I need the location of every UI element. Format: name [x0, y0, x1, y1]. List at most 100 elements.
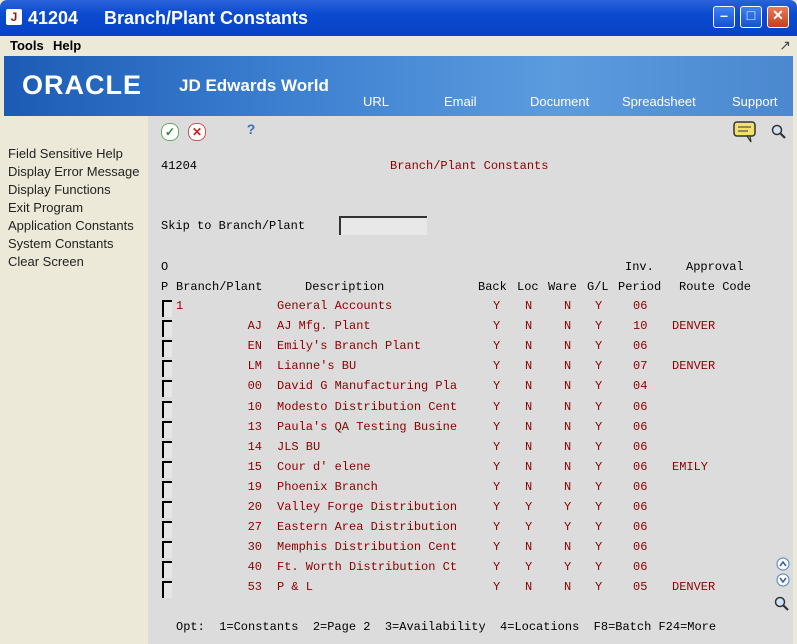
help-question-icon[interactable]: ? — [243, 121, 259, 137]
option-input[interactable] — [162, 541, 172, 559]
back-cell: Y — [493, 379, 501, 394]
gl-cell: Y — [595, 299, 603, 313]
ware-cell: N — [564, 580, 572, 595]
option-input[interactable] — [162, 561, 172, 579]
period-cell: 06 — [633, 339, 648, 354]
header-inv: Inv. — [625, 260, 654, 274]
sidebar-exit-program[interactable]: Exit Program — [4, 199, 148, 217]
function-sidebar: Field Sensitive Help Display Error Messa… — [4, 116, 148, 644]
back-cell: Y — [493, 399, 501, 414]
nav-support[interactable]: Support — [732, 94, 778, 109]
period-cell: 06 — [633, 560, 648, 575]
period-cell: 06 — [633, 439, 648, 454]
ware-cell: Y — [564, 500, 572, 514]
option-input[interactable] — [162, 440, 172, 458]
option-input[interactable] — [162, 320, 172, 338]
scroll-down-icon[interactable] — [776, 573, 790, 587]
chat-bubble-icon[interactable] — [733, 121, 757, 143]
window-number: 41204 — [28, 8, 79, 28]
gl-cell: Y — [595, 359, 603, 374]
sidebar-clear-screen[interactable]: Clear Screen — [4, 253, 148, 271]
ware-cell: N — [564, 359, 572, 374]
sidebar-field-sensitive-help[interactable]: Field Sensitive Help — [4, 145, 148, 163]
maximize-button[interactable]: □ — [740, 6, 762, 28]
loc-cell: Y — [525, 500, 533, 514]
nav-document[interactable]: Document — [530, 94, 589, 109]
loc-cell: N — [525, 439, 533, 454]
loc-cell: Y — [525, 560, 533, 575]
branch-plant-cell: 30 — [247, 540, 262, 555]
minimize-button[interactable]: – — [713, 6, 735, 28]
option-input[interactable] — [162, 300, 172, 317]
menu-help[interactable]: Help — [53, 38, 81, 53]
desc-cell: Paula's QA Testing Busine — [277, 419, 458, 434]
loc-cell: N — [525, 339, 533, 354]
nav-email[interactable]: Email — [444, 94, 477, 109]
skip-to-branch-plant-input[interactable] — [339, 216, 427, 235]
ware-cell: N — [564, 439, 572, 454]
option-input[interactable] — [162, 380, 172, 398]
branch-plant-cell: LM — [247, 359, 262, 374]
menu-tools[interactable]: Tools — [10, 38, 44, 53]
gl-cell: Y — [595, 439, 603, 454]
oracle-banner: ORACLE JD Edwards World URL Email Docume… — [4, 56, 793, 116]
option-input[interactable] — [162, 521, 172, 539]
option-input[interactable] — [162, 400, 172, 418]
desc-cell: P & L — [277, 580, 314, 595]
period-cell: 06 — [633, 479, 648, 494]
search-icon[interactable] — [771, 124, 787, 140]
cancel-icon[interactable]: ✕ — [188, 123, 206, 141]
option-input[interactable] — [162, 340, 172, 358]
sidebar-system-constants[interactable]: System Constants — [4, 235, 148, 253]
sidebar-display-error-message[interactable]: Display Error Message — [4, 163, 148, 181]
back-cell: Y — [493, 339, 501, 354]
desc-cell: General Accounts — [277, 299, 393, 313]
close-button[interactable]: ✕ — [767, 6, 789, 28]
nav-spreadsheet[interactable]: Spreadsheet — [622, 94, 696, 109]
desc-cell: Modesto Distribution Cent — [277, 399, 458, 414]
back-cell: Y — [493, 580, 501, 595]
sidebar-application-constants[interactable]: Application Constants — [4, 217, 148, 235]
branch-plant-cell: 53 — [247, 580, 262, 595]
gl-cell: Y — [595, 580, 603, 595]
scroll-up-icon[interactable] — [776, 557, 790, 571]
branch-plant-cell: EN — [247, 339, 262, 354]
window-title: Branch/Plant Constants — [104, 8, 309, 28]
loc-cell: N — [525, 319, 533, 334]
desc-cell: Eastern Area Distribution — [277, 520, 458, 535]
gl-cell: Y — [595, 379, 603, 394]
back-cell: Y — [493, 439, 501, 454]
gl-cell: Y — [595, 479, 603, 494]
back-cell: Y — [493, 500, 501, 514]
branch-plant-cell: 27 — [247, 520, 262, 535]
ware-cell: N — [564, 319, 572, 334]
option-input[interactable] — [162, 480, 172, 498]
option-input[interactable] — [162, 581, 172, 599]
search-records-icon[interactable] — [774, 596, 790, 612]
sidebar-display-functions[interactable]: Display Functions — [4, 181, 148, 199]
ware-cell: N — [564, 299, 572, 313]
option-input[interactable] — [162, 501, 172, 518]
product-name: JD Edwards World — [179, 76, 329, 95]
gl-cell: Y — [595, 339, 603, 354]
route-cell: EMILY — [672, 459, 709, 474]
branch-plant-cell: 1 — [176, 299, 184, 313]
back-cell: Y — [493, 359, 501, 374]
branch-plant-cell: 40 — [247, 560, 262, 575]
nav-url[interactable]: URL — [363, 94, 389, 109]
header-description: Description — [305, 280, 385, 294]
option-input[interactable] — [162, 360, 172, 378]
check-icon[interactable]: ✓ — [161, 123, 179, 141]
desc-cell: Ft. Worth Distribution Ct — [277, 560, 458, 575]
ware-cell: Y — [564, 520, 572, 535]
ware-cell: Y — [564, 560, 572, 575]
back-cell: Y — [493, 560, 501, 575]
pointer-help-icon[interactable]: ↗ — [779, 37, 791, 54]
loc-cell: N — [525, 540, 533, 555]
ware-cell: N — [564, 419, 572, 434]
desc-cell: Memphis Distribution Cent — [277, 540, 458, 555]
gl-cell: Y — [595, 560, 603, 575]
option-input[interactable] — [162, 460, 172, 478]
option-input[interactable] — [162, 420, 172, 438]
branch-plant-cell: 13 — [247, 419, 262, 434]
